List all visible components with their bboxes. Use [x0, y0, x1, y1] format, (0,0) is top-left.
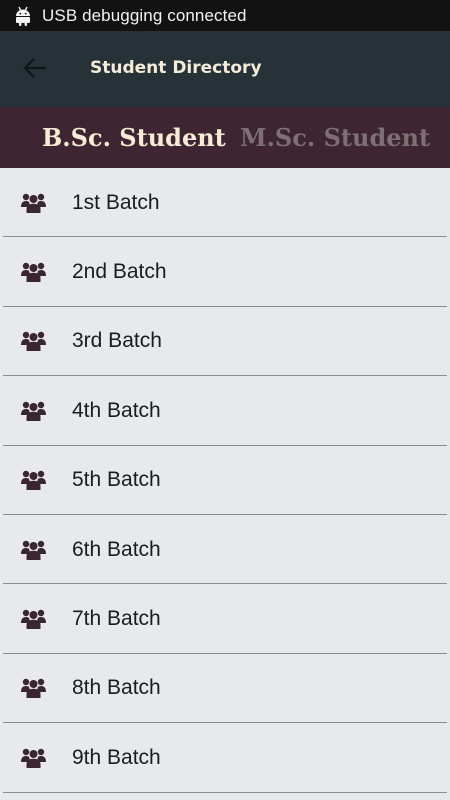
page-title: Student Directory — [90, 58, 262, 78]
list-item-label: 3rd Batch — [72, 329, 162, 353]
list-item-label: 4th Batch — [72, 398, 161, 422]
batch-list: 1st Batch 2nd Batch 3rd Batch 4th Batch … — [0, 168, 450, 793]
group-icon — [21, 469, 46, 491]
tab-bsc-student[interactable]: B.Sc. Student — [42, 107, 226, 168]
app-bar: Student Directory — [0, 31, 450, 107]
list-item-batch-2[interactable]: 2nd Batch — [0, 237, 450, 307]
group-icon — [21, 747, 46, 769]
list-item-label: 8th Batch — [72, 676, 161, 700]
android-debug-icon — [14, 6, 32, 26]
group-icon — [21, 330, 46, 352]
group-icon — [21, 400, 46, 422]
list-item-batch-5[interactable]: 5th Batch — [0, 446, 450, 515]
list-item-label: 1st Batch — [72, 190, 160, 214]
list-item-label: 9th Batch — [72, 745, 161, 769]
list-item-label: 5th Batch — [72, 468, 161, 492]
list-item-label: 6th Batch — [72, 537, 161, 561]
list-item-batch-4[interactable]: 4th Batch — [0, 376, 450, 446]
list-item-label: 7th Batch — [72, 607, 161, 631]
arrow-back-icon[interactable] — [20, 53, 50, 83]
group-icon — [21, 608, 46, 630]
tab-msc-student[interactable]: M.Sc. Student — [240, 107, 430, 168]
group-icon — [21, 677, 46, 699]
group-icon — [21, 192, 46, 214]
list-item-label: 2nd Batch — [72, 260, 167, 284]
list-item-batch-3[interactable]: 3rd Batch — [0, 307, 450, 377]
list-item-batch-1[interactable]: 1st Batch — [0, 168, 450, 238]
status-bar: USB debugging connected — [0, 0, 450, 31]
group-icon — [21, 261, 46, 283]
list-item-batch-8[interactable]: 8th Batch — [0, 654, 450, 724]
tab-bar: B.Sc. Student M.Sc. Student — [0, 107, 450, 168]
group-icon — [21, 539, 46, 561]
list-item-batch-6[interactable]: 6th Batch — [0, 515, 450, 585]
divider — [3, 791, 447, 793]
list-item-batch-9[interactable]: 9th Batch — [0, 723, 450, 793]
status-text: USB debugging connected — [42, 5, 247, 25]
list-item-batch-7[interactable]: 7th Batch — [0, 584, 450, 654]
